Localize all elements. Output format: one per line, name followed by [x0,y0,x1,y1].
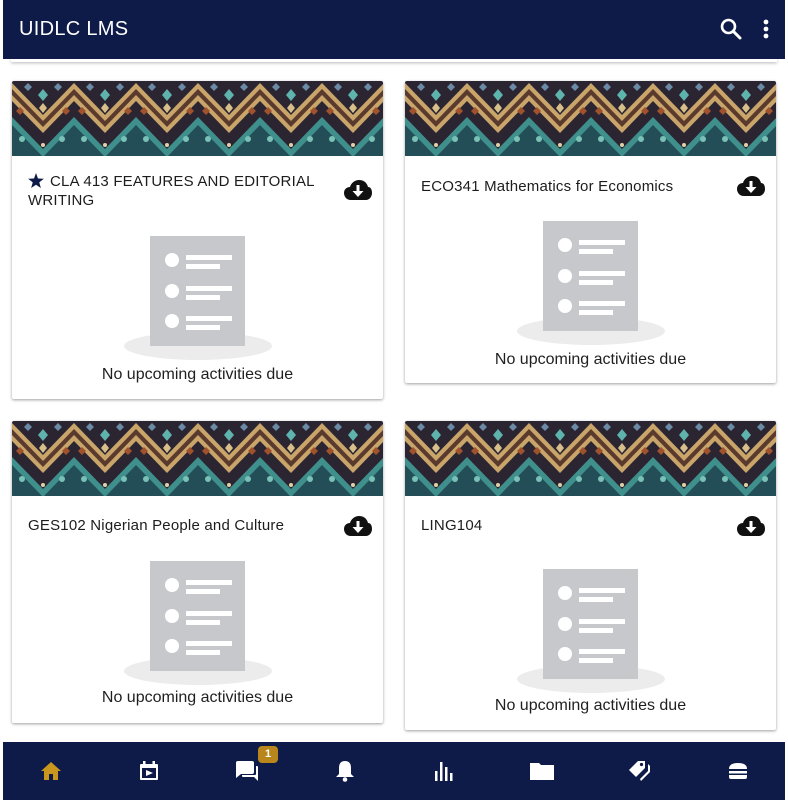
cloud-download-icon[interactable] [737,516,765,538]
notifications-icon [336,761,354,782]
star-icon [28,173,44,188]
course-name-row[interactable]: CLA 413 FEATURES AND EDITORIAL WRITING [28,172,328,210]
course-card[interactable]: CLA 413 FEATURES AND EDITORIAL WRITING N… [12,81,383,399]
home-icon [41,762,61,780]
course-banner-image [12,81,383,156]
more-options-button[interactable] [751,14,781,44]
previous-card-edge [11,59,777,62]
course-name[interactable]: LING104 [421,516,721,535]
search-icon [720,18,742,40]
tags-icon [629,761,650,781]
no-activities-illustration [517,221,665,345]
app-bar: UIDLC LMS [3,0,785,59]
messages-badge: 1 [258,746,278,763]
cloud-download-icon[interactable] [344,180,372,202]
bottom-navigation: 1 [3,742,785,800]
cloud-download-icon[interactable] [737,176,765,198]
grades-icon [435,762,453,781]
course-name[interactable]: ECO341 Mathematics for Economics [421,177,721,196]
course-card[interactable]: GES102 Nigerian People and Culture No up… [12,421,383,723]
course-banner-image [12,421,383,496]
course-banner-image [405,421,776,496]
no-activities-illustration [124,236,272,360]
nav-notifications[interactable] [330,756,360,786]
course-name[interactable]: GES102 Nigerian People and Culture [28,516,328,535]
files-icon [530,763,554,780]
course-card[interactable]: ECO341 Mathematics for Economics No upco… [405,81,776,383]
course-banner-image [405,81,776,156]
cloud-download-icon[interactable] [344,516,372,538]
no-activities-illustration [517,569,665,693]
more-vert-icon [763,19,769,39]
course-name: CLA 413 FEATURES AND EDITORIAL WRITING [28,173,315,209]
menu-icon [729,763,747,779]
calendar-icon [140,761,158,780]
messages-icon [236,761,258,781]
nav-tags[interactable] [625,756,655,786]
activities-status: No upcoming activities due [494,697,687,714]
nav-files[interactable] [527,756,557,786]
app-title: UIDLC LMS [19,18,129,40]
nav-grades[interactable] [429,756,459,786]
activities-status: No upcoming activities due [101,689,294,706]
search-button[interactable] [716,14,746,44]
activities-status: No upcoming activities due [494,351,687,368]
nav-more[interactable] [723,756,753,786]
course-card[interactable]: LING104 No upcoming activities due [405,421,776,730]
nav-calendar[interactable] [134,756,164,786]
nav-home[interactable] [36,756,66,786]
activities-status: No upcoming activities due [101,366,294,383]
no-activities-illustration [124,561,272,685]
course-overview[interactable]: CLA 413 FEATURES AND EDITORIAL WRITING N… [3,59,785,742]
